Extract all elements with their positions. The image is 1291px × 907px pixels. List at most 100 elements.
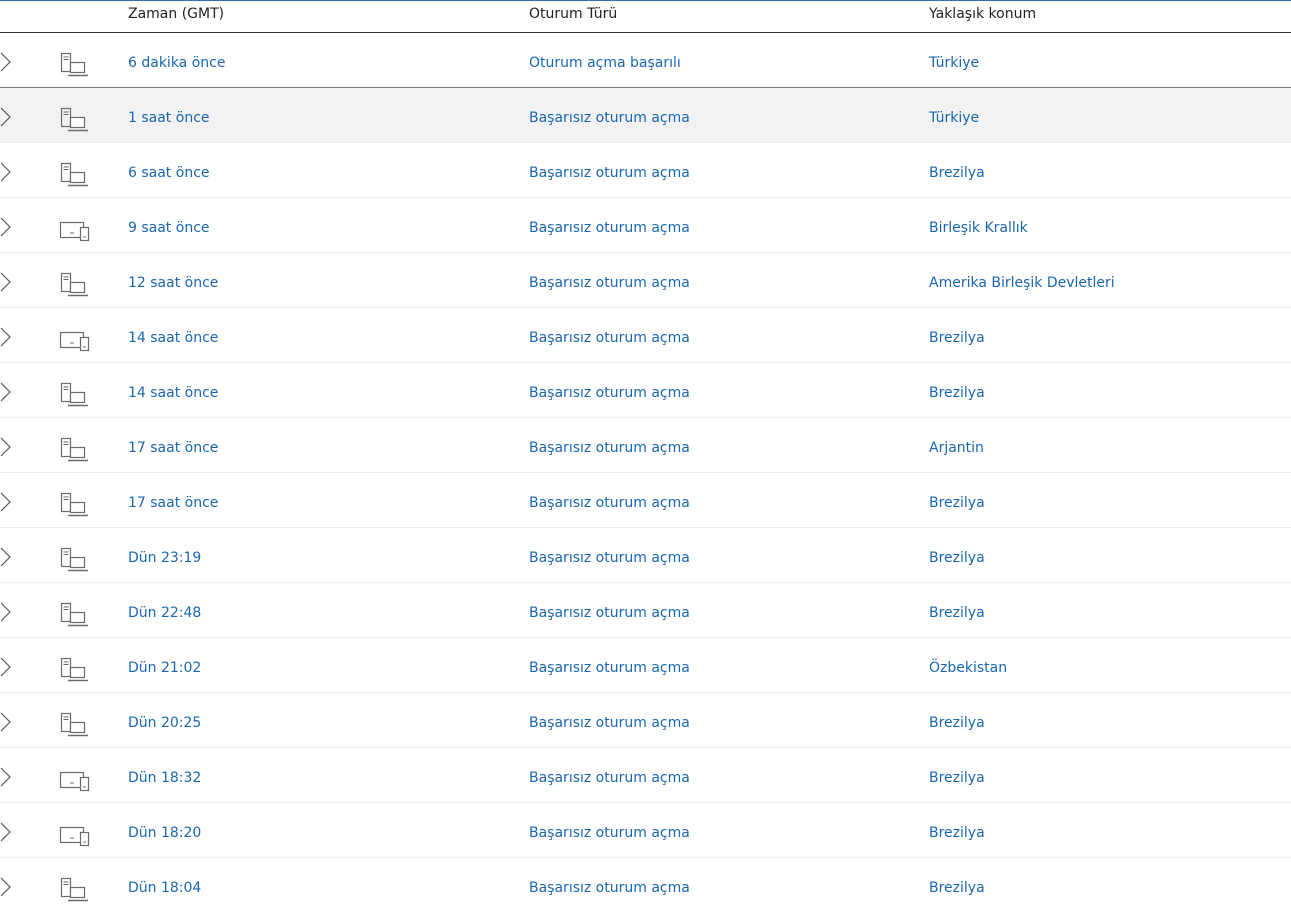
multi-device-icon — [59, 217, 91, 243]
chevron-right-icon[interactable] — [0, 712, 13, 732]
row-location[interactable]: Brezilya — [929, 803, 985, 857]
row-time[interactable]: 17 saat önce — [128, 418, 218, 472]
row-location[interactable]: Brezilya — [929, 473, 985, 527]
chevron-right-icon[interactable] — [0, 382, 13, 402]
table-row[interactable]: Dün 18:20 Başarısız oturum açma Brezilya — [0, 803, 1291, 858]
row-location[interactable]: Brezilya — [929, 748, 985, 802]
chevron-right-icon[interactable] — [0, 327, 13, 347]
row-session-type[interactable]: Başarısız oturum açma — [529, 143, 690, 197]
row-session-type[interactable]: Başarısız oturum açma — [529, 363, 690, 417]
desktop-computer-icon — [59, 382, 91, 408]
row-time[interactable]: Dün 23:19 — [128, 528, 201, 582]
row-time[interactable]: 6 dakika önce — [128, 33, 225, 87]
table-row[interactable]: 12 saat önce Başarısız oturum açma Amerika… — [0, 253, 1291, 308]
desktop-computer-icon — [59, 547, 91, 573]
row-session-type[interactable]: Başarısız oturum açma — [529, 473, 690, 527]
table-row[interactable]: Dün 21:02 Başarısız oturum açma Özbekistan — [0, 638, 1291, 693]
row-session-type[interactable]: Oturum açma başarılı — [529, 33, 681, 87]
table-row[interactable]: Dün 18:04 Başarısız oturum açma Brezilya — [0, 858, 1291, 907]
desktop-computer-icon — [59, 272, 91, 298]
row-time[interactable]: Dün 18:32 — [128, 748, 201, 802]
table-row[interactable]: 14 saat önce Başarısız oturum açma Brezily… — [0, 363, 1291, 418]
table-header: Zaman (GMT) Oturum Türü Yaklaşık konum — [0, 1, 1291, 33]
chevron-right-icon[interactable] — [0, 272, 13, 292]
row-time[interactable]: Dün 21:02 — [128, 638, 201, 692]
column-header-location[interactable]: Yaklaşık konum — [929, 6, 1036, 22]
chevron-right-icon[interactable] — [0, 52, 13, 72]
chevron-right-icon[interactable] — [0, 822, 13, 842]
row-session-type[interactable]: Başarısız oturum açma — [529, 858, 690, 907]
chevron-right-icon[interactable] — [0, 162, 13, 182]
desktop-computer-icon — [59, 52, 91, 78]
row-location[interactable]: Arjantin — [929, 418, 984, 472]
chevron-right-icon[interactable] — [0, 492, 13, 512]
table-row[interactable]: 17 saat önce Başarısız oturum açma Arjanti… — [0, 418, 1291, 473]
row-session-type[interactable]: Başarısız oturum açma — [529, 583, 690, 637]
chevron-right-icon[interactable] — [0, 547, 13, 567]
row-location[interactable]: Brezilya — [929, 143, 985, 197]
row-session-type[interactable]: Başarısız oturum açma — [529, 198, 690, 252]
row-session-type[interactable]: Başarısız oturum açma — [529, 88, 690, 142]
table-row[interactable]: Dün 22:48 Başarısız oturum açma Brezilya — [0, 583, 1291, 638]
table-row[interactable]: Dün 23:19 Başarısız oturum açma Brezilya — [0, 528, 1291, 583]
row-time[interactable]: 14 saat önce — [128, 363, 218, 417]
multi-device-icon — [59, 822, 91, 848]
desktop-computer-icon — [59, 107, 91, 133]
row-time[interactable]: 17 saat önce — [128, 473, 218, 527]
multi-device-icon — [59, 767, 91, 793]
row-time[interactable]: 14 saat önce — [128, 308, 218, 362]
row-location[interactable]: Amerika Birleşik Devletleri — [929, 253, 1115, 307]
row-location[interactable]: Türkiye — [929, 88, 979, 142]
row-session-type[interactable]: Başarısız oturum açma — [529, 638, 690, 692]
row-time[interactable]: 9 saat önce — [128, 198, 210, 252]
row-session-type[interactable]: Başarısız oturum açma — [529, 528, 690, 582]
desktop-computer-icon — [59, 877, 91, 903]
row-session-type[interactable]: Başarısız oturum açma — [529, 418, 690, 472]
row-time[interactable]: Dün 22:48 — [128, 583, 201, 637]
chevron-right-icon[interactable] — [0, 107, 13, 127]
activity-list: 6 dakika önce Oturum açma başarılı Türkiye… — [0, 33, 1291, 907]
table-row[interactable]: Dün 20:25 Başarısız oturum açma Brezilya — [0, 693, 1291, 748]
activity-page: Zaman (GMT) Oturum Türü Yaklaşık konum 6… — [0, 0, 1291, 907]
row-time[interactable]: 1 saat önce — [128, 88, 210, 142]
table-row[interactable]: 6 dakika önce Oturum açma başarılı Türkiye — [0, 33, 1291, 88]
row-session-type[interactable]: Başarısız oturum açma — [529, 253, 690, 307]
table-row[interactable]: 14 saat önce Başarısız oturum açma Brezily… — [0, 308, 1291, 363]
table-row[interactable]: 1 saat önce Başarısız oturum açma Türkiye — [0, 88, 1291, 143]
row-location[interactable]: Brezilya — [929, 693, 985, 747]
row-time[interactable]: Dün 18:20 — [128, 803, 201, 857]
column-header-time[interactable]: Zaman (GMT) — [128, 6, 224, 22]
desktop-computer-icon — [59, 162, 91, 188]
column-header-type[interactable]: Oturum Türü — [529, 6, 617, 22]
row-location[interactable]: Brezilya — [929, 308, 985, 362]
chevron-right-icon[interactable] — [0, 877, 13, 897]
row-session-type[interactable]: Başarısız oturum açma — [529, 803, 690, 857]
chevron-right-icon[interactable] — [0, 602, 13, 622]
row-session-type[interactable]: Başarısız oturum açma — [529, 693, 690, 747]
row-location[interactable]: Türkiye — [929, 33, 979, 87]
table-row[interactable]: 9 saat önce Başarısız oturum açma Birleşik… — [0, 198, 1291, 253]
table-row[interactable]: Dün 18:32 Başarısız oturum açma Brezilya — [0, 748, 1291, 803]
chevron-right-icon[interactable] — [0, 657, 13, 677]
desktop-computer-icon — [59, 602, 91, 628]
row-time[interactable]: 6 saat önce — [128, 143, 210, 197]
row-location[interactable]: Özbekistan — [929, 638, 1007, 692]
desktop-computer-icon — [59, 657, 91, 683]
chevron-right-icon[interactable] — [0, 217, 13, 237]
desktop-computer-icon — [59, 437, 91, 463]
chevron-right-icon[interactable] — [0, 767, 13, 787]
row-location[interactable]: Brezilya — [929, 583, 985, 637]
row-location[interactable]: Brezilya — [929, 363, 985, 417]
row-location[interactable]: Brezilya — [929, 528, 985, 582]
table-row[interactable]: 17 saat önce Başarısız oturum açma Brezily… — [0, 473, 1291, 528]
row-time[interactable]: Dün 18:04 — [128, 858, 201, 907]
chevron-right-icon[interactable] — [0, 437, 13, 457]
row-location[interactable]: Birleşik Krallık — [929, 198, 1028, 252]
row-location[interactable]: Brezilya — [929, 858, 985, 907]
table-row[interactable]: 6 saat önce Başarısız oturum açma Brezilya — [0, 143, 1291, 198]
row-time[interactable]: 12 saat önce — [128, 253, 218, 307]
row-session-type[interactable]: Başarısız oturum açma — [529, 308, 690, 362]
desktop-computer-icon — [59, 492, 91, 518]
row-session-type[interactable]: Başarısız oturum açma — [529, 748, 690, 802]
row-time[interactable]: Dün 20:25 — [128, 693, 201, 747]
